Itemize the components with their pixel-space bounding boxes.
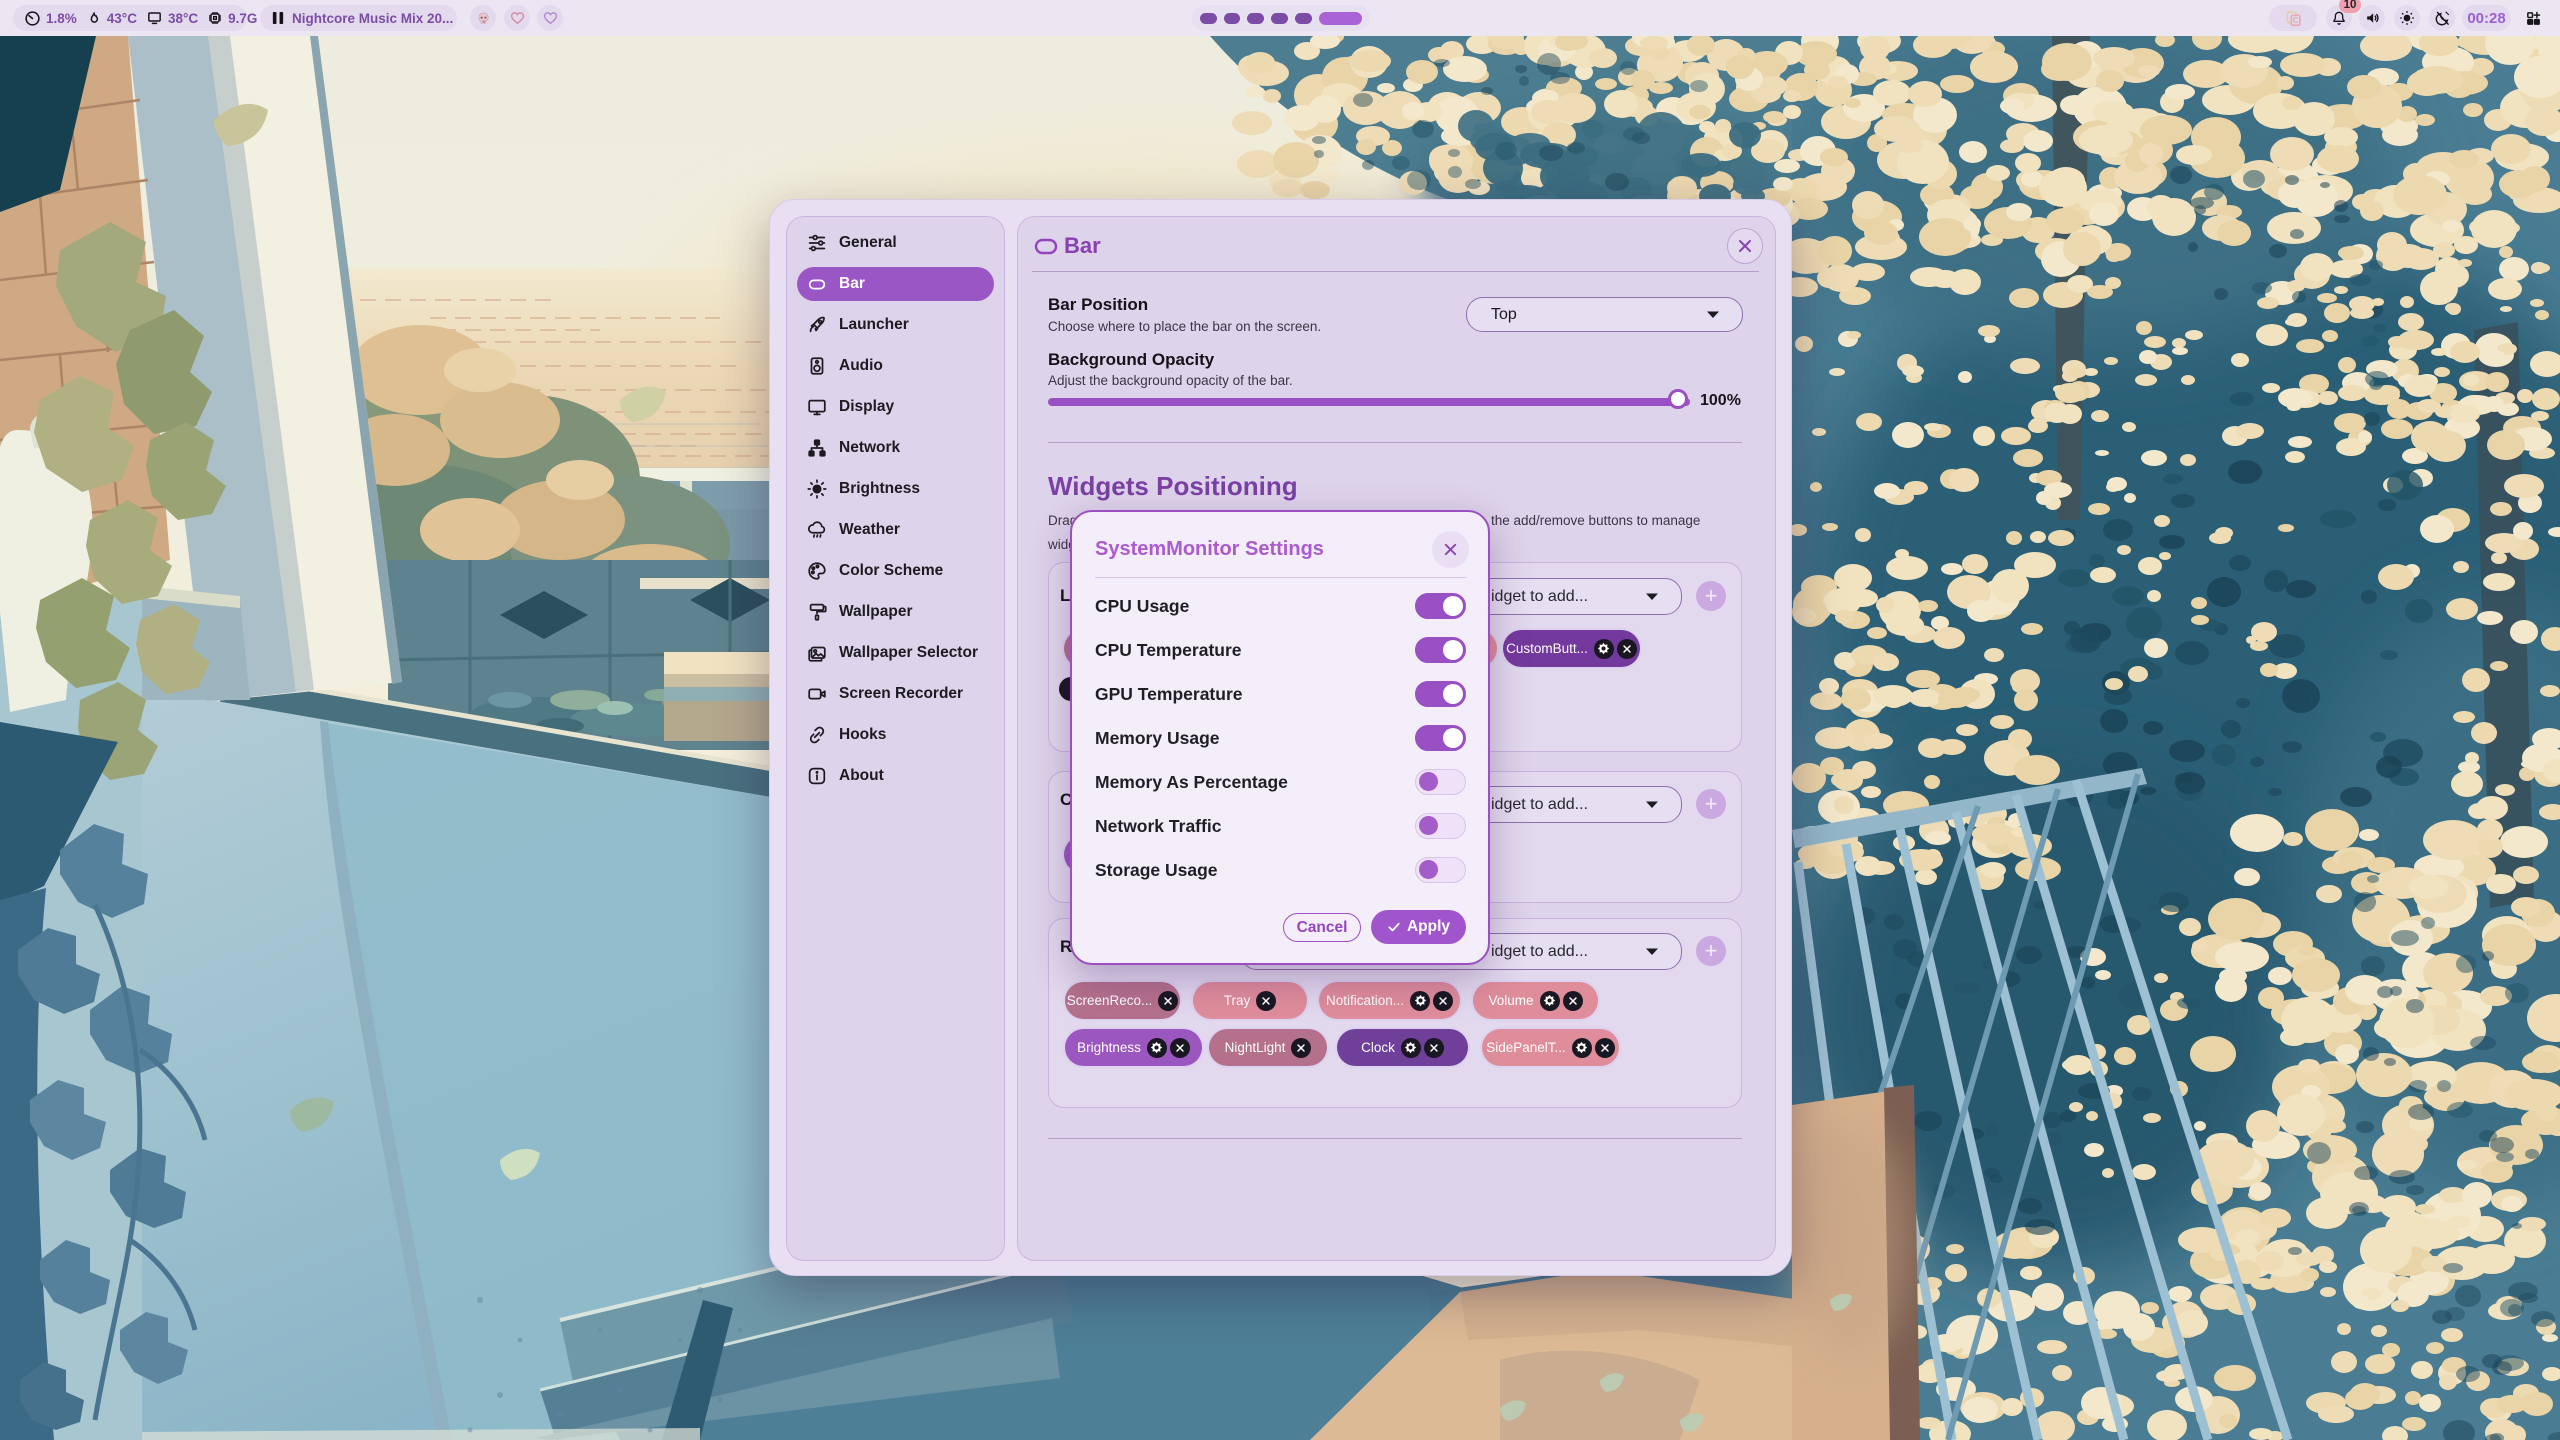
svg-text:C: C	[2292, 16, 2298, 25]
